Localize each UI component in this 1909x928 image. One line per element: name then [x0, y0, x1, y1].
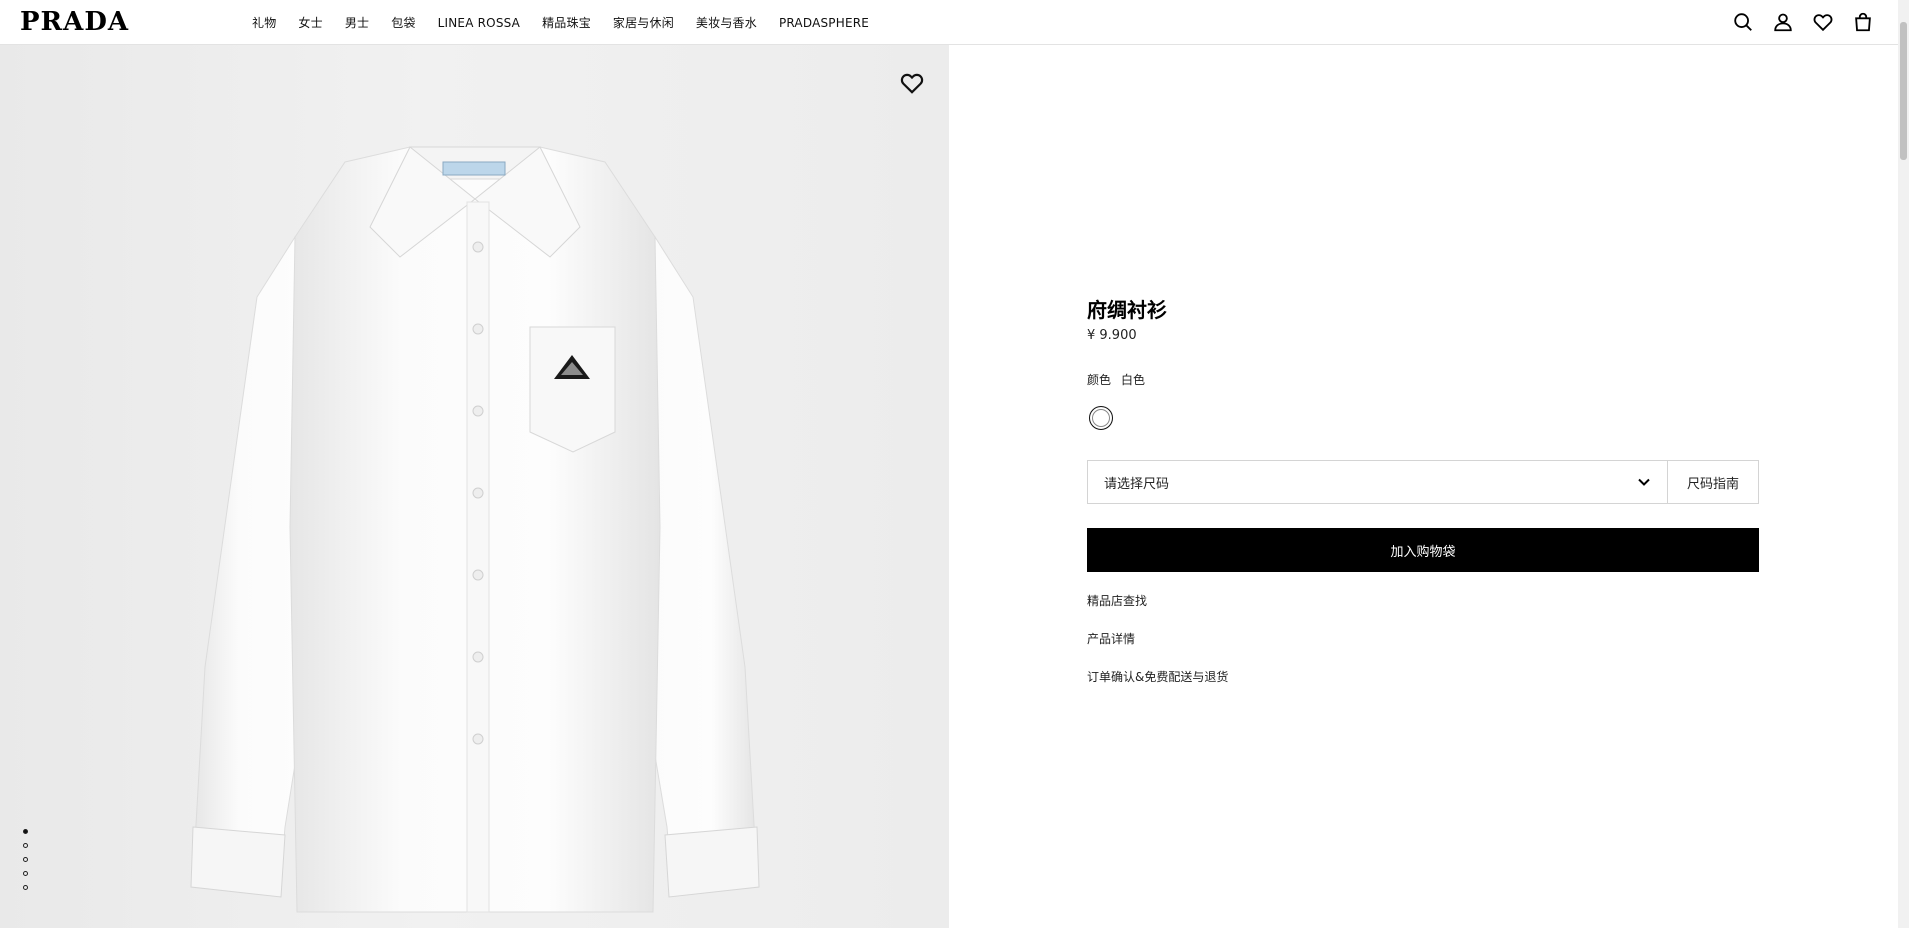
product-image	[190, 146, 760, 913]
nav-item-pradasphere[interactable]: PRADASPHERE	[779, 16, 869, 30]
product-title: 府绸衬衫	[1087, 298, 1167, 322]
page-scrollbar[interactable]	[1898, 0, 1909, 928]
main-nav: 礼物 女士 男士 包袋 LINEA ROSSA 精品珠宝 家居与休闲 美妆与香水…	[252, 0, 891, 45]
color-value: 白色	[1121, 373, 1146, 387]
gallery-pagination	[23, 829, 28, 899]
product-gallery[interactable]	[0, 45, 949, 928]
site-header: PRADA 礼物 女士 男士 包袋 LINEA ROSSA 精品珠宝 家居与休闲…	[0, 0, 1898, 45]
gallery-dot[interactable]	[23, 829, 28, 834]
scrollbar-thumb[interactable]	[1900, 22, 1907, 160]
nav-item-women[interactable]: 女士	[298, 14, 322, 31]
wishlist-icon[interactable]	[1812, 11, 1834, 33]
gallery-dot[interactable]	[23, 885, 28, 890]
add-to-bag-button[interactable]: 加入购物袋	[1087, 528, 1759, 572]
nav-item-linea-rossa[interactable]: LINEA ROSSA	[438, 16, 520, 30]
store-locator-link[interactable]: 精品店查找	[1087, 592, 1147, 609]
nav-item-gifts[interactable]: 礼物	[252, 14, 276, 31]
gallery-dot[interactable]	[23, 857, 28, 862]
nav-item-men[interactable]: 男士	[345, 14, 369, 31]
shipping-returns-link[interactable]: 订单确认&免费配送与退货	[1087, 668, 1228, 685]
size-select-placeholder: 请选择尺码	[1104, 476, 1170, 492]
size-row: 请选择尺码 尺码指南	[1087, 460, 1759, 504]
nav-item-home-leisure[interactable]: 家居与休闲	[613, 14, 674, 31]
search-icon[interactable]	[1732, 11, 1754, 33]
size-guide-button[interactable]: 尺码指南	[1668, 460, 1759, 504]
nav-item-fine-jewelry[interactable]: 精品珠宝	[542, 14, 591, 31]
product-price: ¥ 9.900	[1087, 328, 1137, 343]
gallery-dot[interactable]	[23, 843, 28, 848]
product-details-link[interactable]: 产品详情	[1087, 630, 1135, 647]
gallery-dot[interactable]	[23, 871, 28, 876]
nav-item-beauty-fragrance[interactable]: 美妆与香水	[696, 14, 757, 31]
add-to-wishlist-icon[interactable]	[899, 70, 925, 96]
header-icons	[1732, 11, 1874, 33]
account-icon[interactable]	[1772, 11, 1794, 33]
size-select[interactable]: 请选择尺码	[1087, 460, 1668, 504]
shopping-bag-icon[interactable]	[1852, 11, 1874, 33]
prada-logo[interactable]: PRADA	[20, 9, 129, 35]
chevron-down-icon	[1638, 478, 1650, 486]
color-swatch-white[interactable]	[1089, 406, 1113, 430]
nav-item-bags[interactable]: 包袋	[391, 14, 415, 31]
color-info: 颜色 白色	[1087, 371, 1145, 388]
color-label: 颜色	[1087, 373, 1112, 387]
